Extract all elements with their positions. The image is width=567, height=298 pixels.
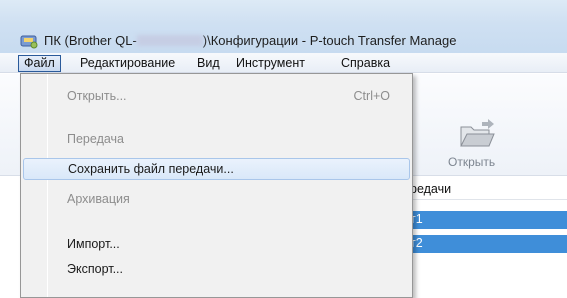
- file-menu-dropdown: Открыть... Ctrl+O Передача Сохранить фай…: [20, 73, 413, 298]
- window-title: ПК (Brother QL-)\Конфигурации - P-touch …: [44, 33, 457, 48]
- toolbar-open-label[interactable]: Открыть: [448, 155, 495, 169]
- list-row[interactable]: т2: [400, 235, 567, 253]
- menu-edit[interactable]: Редактирование: [74, 55, 181, 72]
- title-bar: ПК (Brother QL-)\Конфигурации - P-touch …: [0, 0, 567, 53]
- menu-help[interactable]: Справка: [335, 55, 396, 72]
- redacted-text: [136, 35, 203, 46]
- menu-item-transfer[interactable]: Передача: [23, 129, 410, 151]
- menu-item-label: Передача: [67, 132, 125, 146]
- menu-item-label: Экспорт...: [67, 262, 123, 276]
- menu-item-label: Открыть...: [67, 89, 127, 103]
- menu-item-shortcut: Ctrl+O: [353, 89, 390, 103]
- folder-open-icon: [460, 119, 495, 147]
- menu-item-label: Сохранить файл передачи...: [68, 162, 234, 176]
- menu-item-archive[interactable]: Архивация: [23, 189, 410, 211]
- menu-bar: Файл Редактирование Вид Инструмент Справ…: [0, 53, 567, 73]
- column-header[interactable]: редачи: [400, 180, 567, 200]
- menu-file[interactable]: Файл: [18, 55, 61, 72]
- list-row[interactable]: т1: [400, 211, 567, 229]
- menu-item-export[interactable]: Экспорт...: [23, 259, 410, 281]
- menu-item-save-transfer-file[interactable]: Сохранить файл передачи...: [23, 158, 410, 180]
- menu-item-import[interactable]: Импорт...: [23, 234, 410, 256]
- menu-item-open[interactable]: Открыть... Ctrl+O: [23, 86, 410, 108]
- p-touch-app-icon: [20, 35, 38, 49]
- menu-item-label: Архивация: [67, 192, 130, 206]
- menu-view[interactable]: Вид: [191, 55, 226, 72]
- menu-item-label: Импорт...: [67, 237, 120, 251]
- menu-tool[interactable]: Инструмент: [230, 55, 311, 72]
